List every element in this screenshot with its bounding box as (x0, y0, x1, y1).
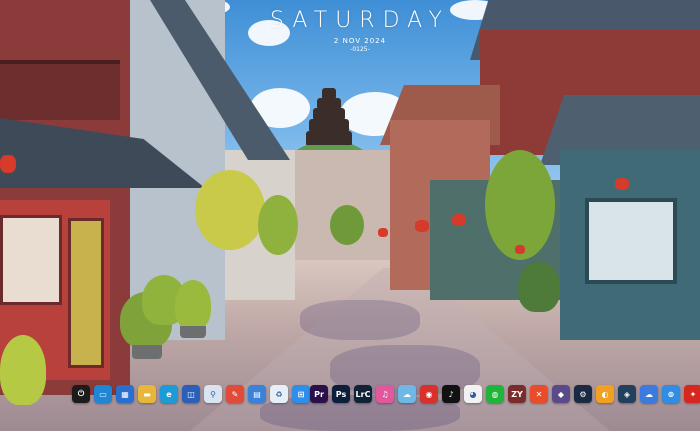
tiktok-icon[interactable]: ♪ (442, 385, 460, 403)
calculator-icon[interactable]: ▤ (248, 385, 266, 403)
date-text: 2 NOV 2024 (333, 37, 387, 45)
lightroom-classic-icon[interactable]: LrC (354, 385, 372, 403)
red-lantern (452, 214, 466, 226)
zy-player-icon[interactable]: ZY (508, 385, 526, 403)
store-icon[interactable]: ◫ (182, 385, 200, 403)
dock-system-group: ⏻ ▭ ▦ ▬ e ◫ ⚲ ✎ ▤ ♻ ⊞ (72, 385, 310, 403)
edge-browser-icon[interactable]: e (160, 385, 178, 403)
xmind-icon[interactable]: ✕ (530, 385, 548, 403)
premiere-pro-icon[interactable]: Pr (310, 385, 328, 403)
desktop-wallpaper (0, 0, 700, 431)
pdf-reader-icon[interactable]: ✦ (684, 385, 700, 403)
tree (330, 205, 364, 245)
wechat-icon[interactable]: ◍ (486, 385, 504, 403)
red-lantern (615, 178, 629, 190)
balcony (0, 60, 120, 120)
plant-pot (180, 326, 206, 338)
tree-shadow (300, 300, 420, 340)
search-icon[interactable]: ⚲ (204, 385, 222, 403)
dock-apps-group: Pr Ps LrC ♫ ☁ ◉ ♪ ◕ ◍ ZY ✕ ◆ ⚙ ◐ ◈ ☁ ⊚ ✦ (310, 385, 700, 403)
cloud-drive-icon[interactable]: ☁ (640, 385, 658, 403)
photoshop-icon[interactable]: Ps (332, 385, 350, 403)
shop-window (0, 215, 62, 305)
shrub (518, 262, 560, 312)
netease-music-icon[interactable]: ◉ (420, 385, 438, 403)
pagoda (306, 88, 352, 150)
game-icon[interactable]: ◆ (552, 385, 570, 403)
qq-icon[interactable]: ◕ (464, 385, 482, 403)
red-lantern (0, 155, 16, 173)
date-widget: SATURDAY 2 NOV 2024 -0125- (250, 8, 470, 53)
control-panel-icon[interactable]: ▦ (116, 385, 134, 403)
power-icon[interactable]: ⏻ (72, 385, 90, 403)
red-lantern (515, 245, 525, 254)
downloader-icon[interactable]: ◐ (596, 385, 614, 403)
recycle-bin-icon[interactable]: ♻ (270, 385, 288, 403)
plant-pot (132, 345, 162, 359)
tree (195, 170, 265, 250)
red-lantern (378, 228, 388, 237)
steam-icon[interactable]: ⚙ (574, 385, 592, 403)
shrub (0, 335, 46, 405)
tree (485, 150, 555, 260)
paint-icon[interactable]: ✎ (226, 385, 244, 403)
weekday-title: SATURDAY (270, 8, 450, 33)
dock-bar: ⏻ ▭ ▦ ▬ e ◫ ⚲ ✎ ▤ ♻ ⊞ Pr Ps LrC ♫ ☁ ◉ ♪ ◕ ◍ ZY ✕ ◆ ⚙ ◐ ◈ ☁ ⊚ ✦ (72, 383, 700, 405)
baidu-netdisk-icon[interactable]: ⊚ (662, 385, 680, 403)
clash-icon[interactable]: ◈ (618, 385, 636, 403)
shop-door (68, 218, 104, 368)
red-lantern (415, 220, 429, 232)
monitor-icon[interactable]: ▭ (94, 385, 112, 403)
shop-window (585, 198, 677, 284)
shrub (175, 280, 211, 330)
tree (258, 195, 298, 255)
file-explorer-icon[interactable]: ▬ (138, 385, 156, 403)
day-of-year-text: -0125- (350, 46, 370, 53)
windows-start-icon[interactable]: ⊞ (292, 385, 310, 403)
music-app-icon[interactable]: ♫ (376, 385, 394, 403)
weather-app-icon[interactable]: ☁ (398, 385, 416, 403)
